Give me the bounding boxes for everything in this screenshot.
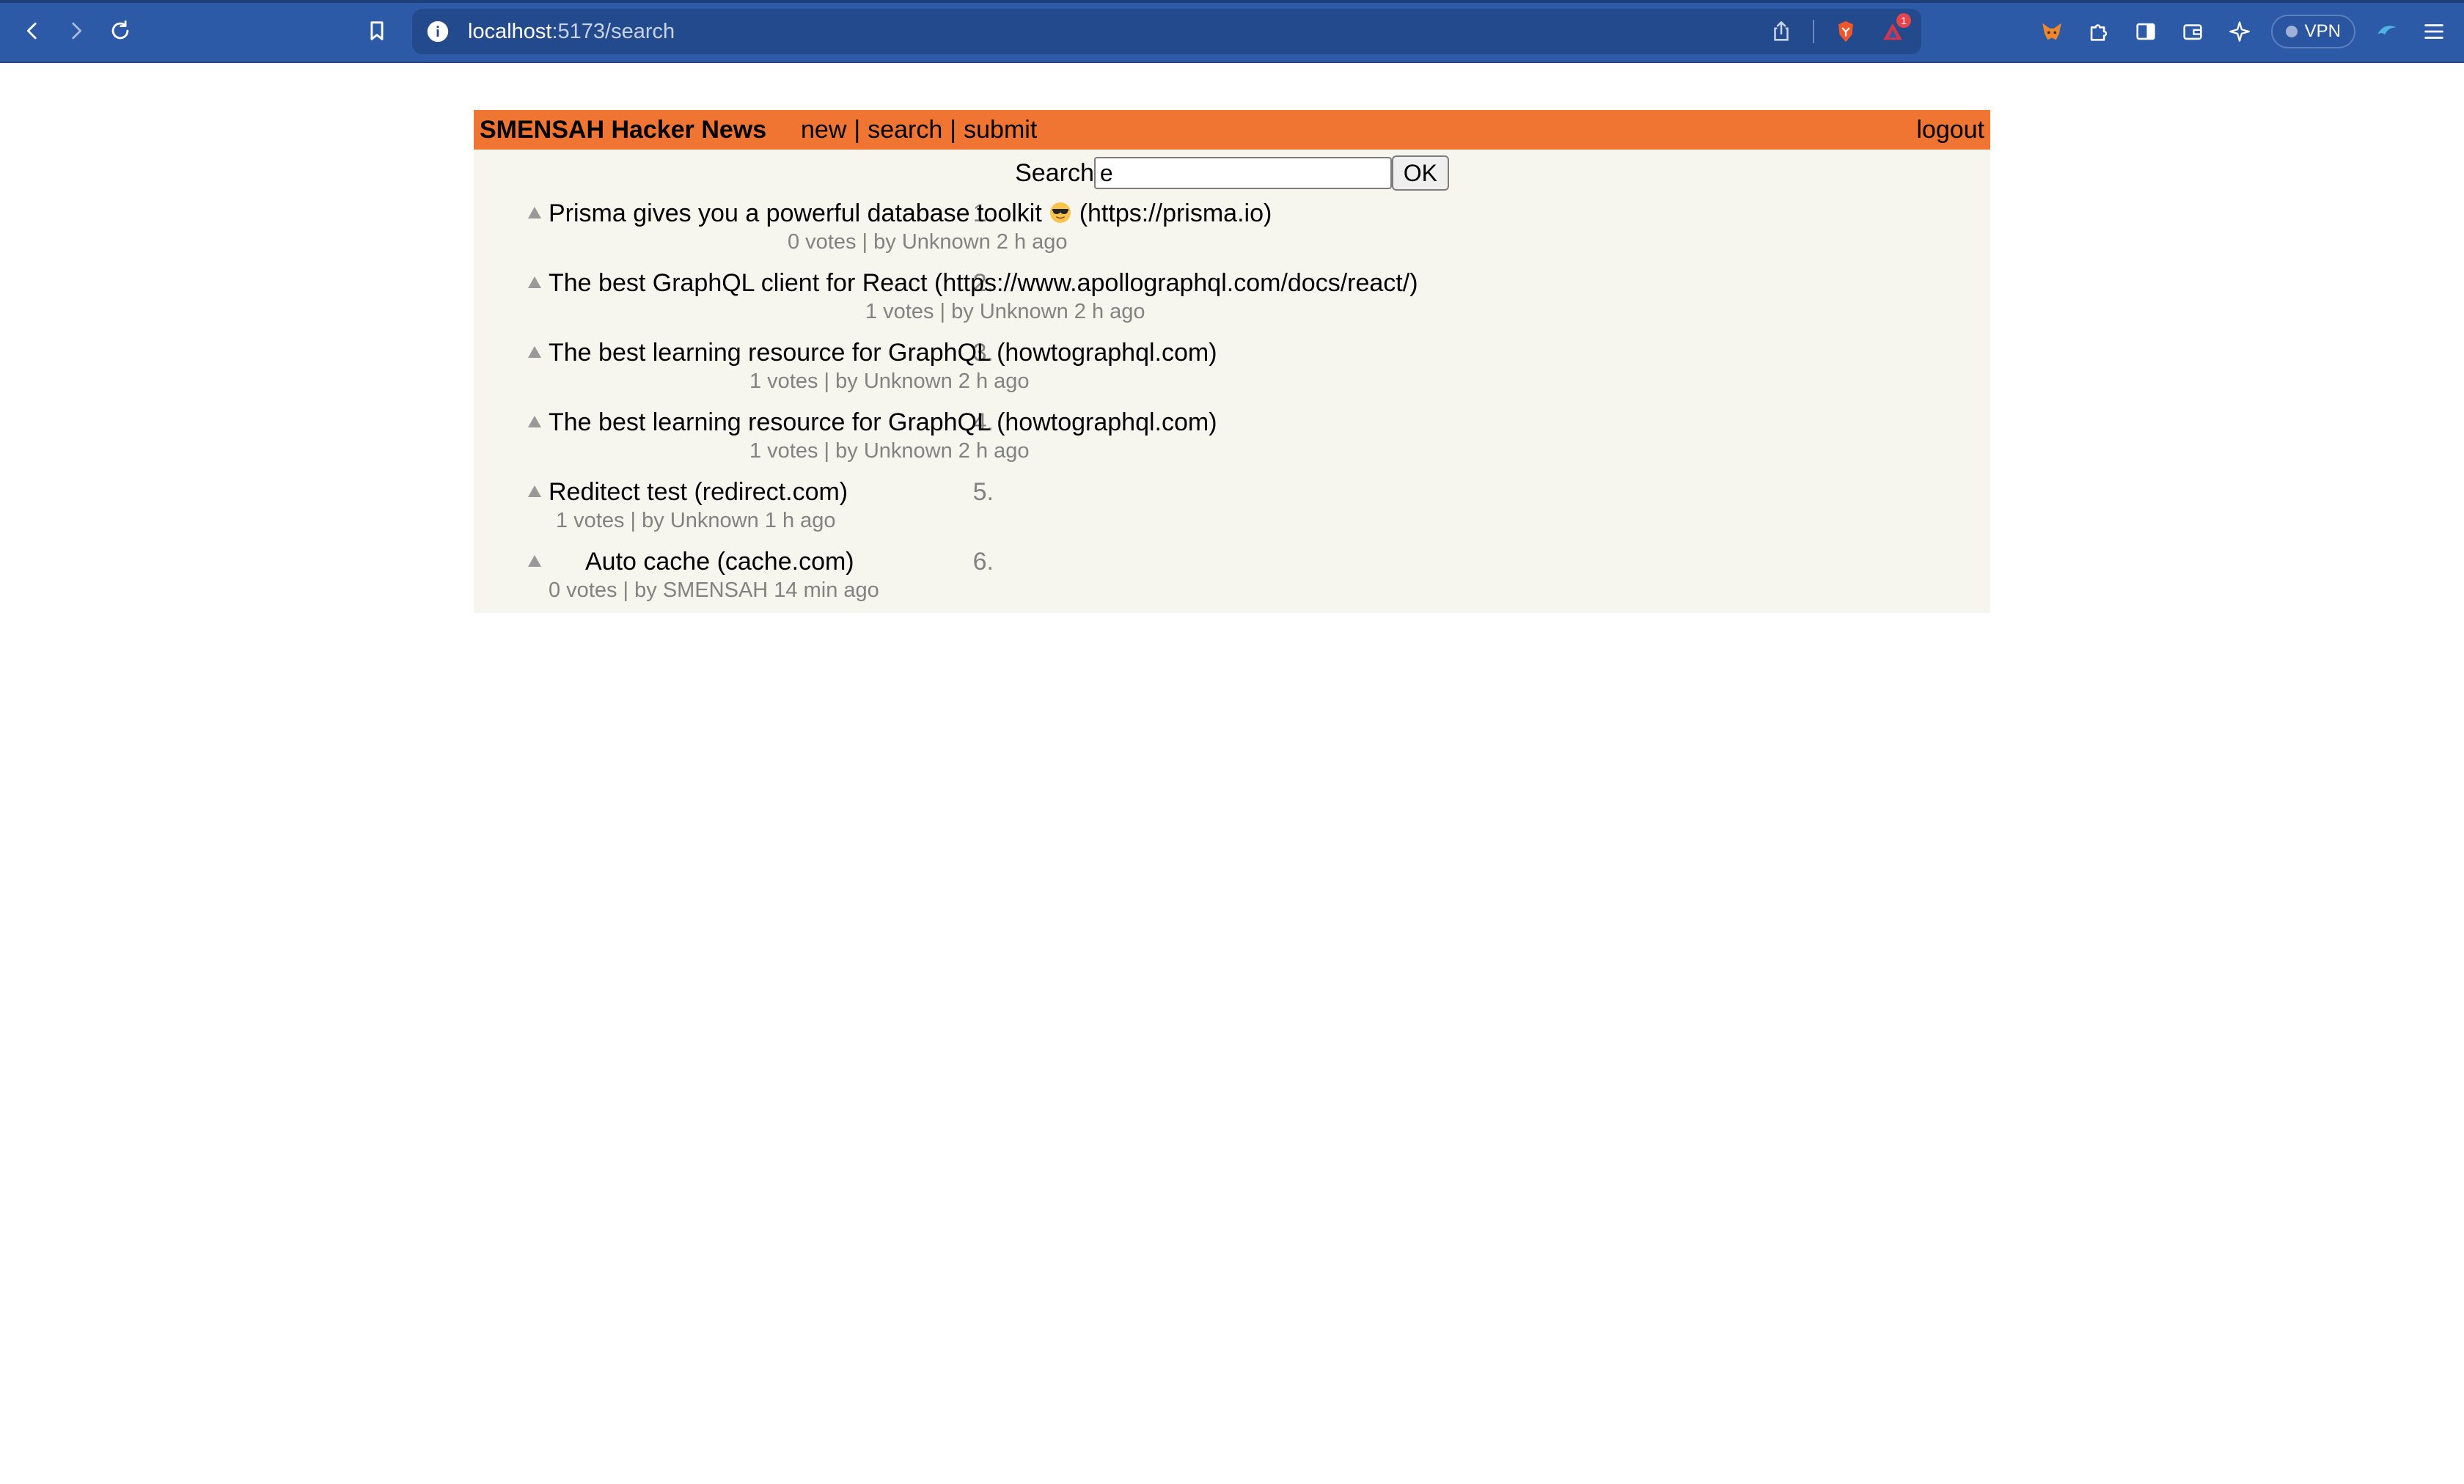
reload-icon	[111, 20, 129, 40]
item-title[interactable]: The best learning resource for GraphQL	[549, 339, 990, 367]
upvote-icon[interactable]	[527, 414, 543, 429]
reload-button[interactable]	[103, 13, 138, 48]
item-meta: 1 votes | by Unknown 2 h ago	[865, 300, 1145, 323]
item-title[interactable]: Prisma gives you a powerful database too…	[549, 199, 1042, 227]
wallet-icon	[2183, 24, 2202, 40]
chevron-right-icon	[72, 22, 82, 40]
dolphin-icon	[2377, 26, 2397, 35]
metamask-extension-button[interactable]	[2036, 16, 2067, 47]
share-icon	[1774, 21, 1789, 41]
sidebar-button[interactable]	[2130, 16, 2161, 47]
list-item: 4. The best learning resource for GraphQ…	[474, 405, 1990, 475]
search-ok-button[interactable]: OK	[1391, 155, 1449, 191]
puzzle-icon	[2090, 24, 2107, 41]
nav-separator: |	[950, 116, 957, 144]
item-meta: 1 votes | by Unknown 2 h ago	[749, 439, 1030, 463]
upvote-icon[interactable]	[527, 484, 543, 499]
upvote-icon[interactable]	[527, 554, 543, 568]
back-button[interactable]	[15, 13, 50, 48]
item-domain: (cache.com)	[716, 548, 854, 576]
nav-separator: |	[854, 116, 861, 144]
item-domain: (howtographql.com)	[997, 339, 1217, 367]
menu-button[interactable]	[2419, 16, 2449, 47]
item-rank: 5.	[972, 478, 994, 506]
list-item: 3. The best learning resource for GraphQ…	[474, 336, 1990, 405]
site-info-icon[interactable]	[425, 19, 450, 44]
url-text[interactable]: localhost:5173/search	[468, 19, 675, 44]
site-header: SMENSAH Hacker News new | search | submit lo…	[474, 110, 1990, 150]
link-list: 1. Prisma gives you a powerful database …	[474, 196, 1990, 614]
list-item: 2. The best GraphQL client for React (ht…	[474, 266, 1990, 336]
fox-icon	[2042, 23, 2061, 40]
item-domain: (https://prisma.io)	[1079, 199, 1272, 227]
item-meta: 0 votes | by Unknown 2 h ago	[788, 230, 1068, 254]
rewards-badge: 1	[1896, 13, 1911, 28]
vpn-status-icon	[2285, 26, 2298, 37]
item-domain: (redirect.com)	[694, 478, 848, 506]
item-title[interactable]: Auto cache	[585, 548, 710, 576]
item-title[interactable]: The best learning resource for GraphQL	[549, 408, 990, 436]
item-meta: 0 votes | by SMENSAH 14 min ago	[549, 578, 879, 602]
browser-toolbar: localhost:5173/search 1 VPN	[0, 0, 2464, 63]
hamburger-menu-icon	[2424, 24, 2443, 39]
vpn-label: VPN	[2304, 21, 2341, 41]
brave-shields-button[interactable]	[1830, 16, 1861, 47]
url-host: localhost	[468, 20, 552, 43]
extensions-button[interactable]	[2083, 16, 2114, 47]
nav-submit-link[interactable]: submit	[964, 116, 1037, 144]
item-title[interactable]: The best GraphQL client for React	[549, 269, 928, 297]
vpn-button[interactable]: VPN	[2270, 15, 2355, 48]
brave-rewards-button[interactable]: 1	[1877, 13, 1911, 47]
header-nav: new | search | submit	[801, 116, 1037, 144]
forward-button[interactable]	[59, 13, 94, 48]
search-input[interactable]	[1093, 157, 1392, 189]
search-label: Search	[1015, 158, 1094, 187]
bookmark-button[interactable]	[359, 13, 395, 48]
address-bar[interactable]: localhost:5173/search 1	[412, 9, 1921, 54]
item-domain: (https://www.apollographql.com/docs/reac…	[934, 269, 1418, 297]
list-item: 6. Auto cache (cache.com) 0 votes | by S…	[474, 545, 1990, 614]
logout-link[interactable]: logout	[1916, 116, 1984, 144]
share-button[interactable]	[1766, 16, 1797, 47]
chevron-left-icon	[26, 22, 37, 40]
item-title-line[interactable]: The best learning resource for GraphQL (…	[549, 408, 1217, 437]
site-title[interactable]: SMENSAH Hacker News	[480, 116, 766, 144]
item-title-line[interactable]: Reditect test (redirect.com)	[549, 478, 848, 507]
page-container: SMENSAH Hacker News new | search | submit lo…	[474, 110, 1990, 613]
nav-new-link[interactable]: new	[801, 116, 846, 144]
url-path: :5173/search	[551, 20, 675, 43]
brave-lion-icon	[1838, 21, 1853, 43]
item-title-line[interactable]: The best learning resource for GraphQL (…	[549, 339, 1217, 367]
window-top-edge	[0, 0, 2464, 3]
sparkle-icon	[2229, 21, 2250, 42]
search-form: Search OK	[474, 154, 1990, 192]
sunglasses-emoji-icon	[1050, 202, 1071, 223]
item-meta: 1 votes | by Unknown 1 h ago	[556, 509, 836, 532]
item-title-line[interactable]: The best GraphQL client for React (https…	[549, 269, 1418, 298]
leo-ai-button[interactable]	[2224, 16, 2255, 47]
url-divider	[1813, 20, 1814, 43]
item-title-line[interactable]: Prisma gives you a powerful database too…	[549, 199, 1272, 228]
wallet-button[interactable]	[2177, 16, 2208, 47]
list-item: 5. Reditect test (redirect.com) 1 votes …	[474, 475, 1990, 545]
nav-search-link[interactable]: search	[868, 116, 942, 144]
item-title-line[interactable]: Auto cache (cache.com)	[585, 548, 854, 576]
sidebar-icon	[2136, 23, 2155, 40]
item-meta: 1 votes | by Unknown 2 h ago	[749, 370, 1030, 393]
list-item: 1. Prisma gives you a powerful database …	[474, 196, 1990, 266]
profile-button[interactable]	[2372, 16, 2402, 47]
item-domain: (howtographql.com)	[997, 408, 1217, 436]
upvote-icon[interactable]	[527, 345, 543, 359]
item-title[interactable]: Reditect test	[549, 478, 687, 506]
upvote-icon[interactable]	[527, 275, 543, 290]
bookmark-icon	[370, 21, 384, 40]
item-rank: 6.	[972, 548, 994, 576]
upvote-icon[interactable]	[527, 205, 543, 220]
